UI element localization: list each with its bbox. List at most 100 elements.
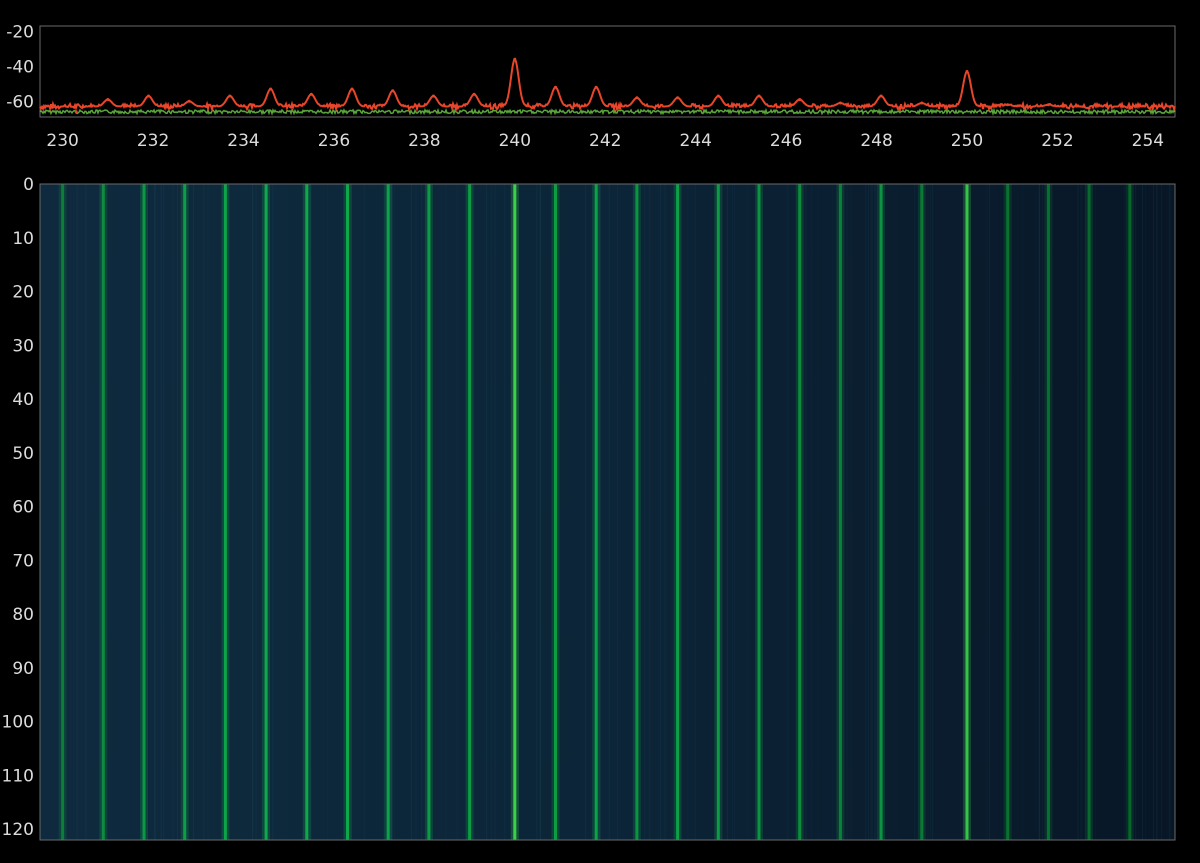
waterfall-noise-streak bbox=[1168, 184, 1170, 840]
spectrum-x-tick-label: 246 bbox=[770, 131, 802, 151]
waterfall-signal-line bbox=[61, 184, 65, 840]
waterfall-signal-line bbox=[1046, 184, 1050, 840]
waterfall-noise-streak bbox=[322, 184, 324, 840]
waterfall-plot: 0 10 20 30 40 50 60 70 80 90 100 110 120 bbox=[2, 175, 1176, 841]
waterfall-noise-streak bbox=[85, 184, 87, 840]
waterfall-noise-streak bbox=[870, 184, 872, 840]
waterfall-y-tick-label: 20 bbox=[12, 283, 34, 303]
spectrum-x-tick-label: 236 bbox=[318, 131, 350, 151]
waterfall-noise-streak bbox=[1169, 184, 1171, 840]
waterfall-noise-streak bbox=[76, 184, 78, 840]
waterfall-noise-streak bbox=[1022, 184, 1023, 840]
waterfall-signal-line bbox=[183, 184, 187, 840]
waterfall-noise-streak bbox=[155, 184, 157, 840]
waterfall-y-tick-label: 10 bbox=[12, 229, 34, 249]
waterfall-noise-streak bbox=[445, 184, 447, 840]
waterfall-noise-streak bbox=[163, 184, 165, 840]
waterfall-noise-streak bbox=[456, 184, 458, 840]
waterfall-noise-streak bbox=[657, 184, 659, 840]
waterfall-noise-streak bbox=[1080, 184, 1082, 840]
waterfall-y-tick-label: 110 bbox=[2, 767, 34, 787]
waterfall-y-tick-label: 100 bbox=[2, 713, 34, 733]
waterfall-noise-streak bbox=[664, 184, 666, 840]
waterfall-noise-streak bbox=[1156, 184, 1158, 840]
waterfall-y-tick-label: 40 bbox=[12, 390, 34, 410]
spectrum-trace-line bbox=[39, 57, 1176, 113]
waterfall-noise-streak bbox=[831, 184, 833, 840]
waterfall-noise-streak bbox=[785, 184, 787, 840]
waterfall-noise-streak bbox=[494, 184, 496, 840]
waterfall-signal-line bbox=[635, 184, 639, 840]
waterfall-signal-line bbox=[264, 184, 268, 840]
waterfall-noise-streak bbox=[726, 184, 728, 840]
waterfall-noise-streak bbox=[504, 184, 506, 840]
waterfall-noise-streak bbox=[871, 184, 873, 840]
spectrum-peak-point bbox=[1087, 106, 1091, 110]
waterfall-noise-streak bbox=[411, 184, 412, 840]
spectrum-peak-point bbox=[350, 87, 354, 91]
waterfall-noise-streak bbox=[865, 184, 867, 840]
waterfall-noise-streak bbox=[491, 184, 492, 840]
waterfall-noise-streak bbox=[392, 184, 394, 840]
waterfall-noise-streak bbox=[1142, 184, 1143, 840]
waterfall-noise-streak bbox=[474, 184, 476, 840]
waterfall-noise-streak bbox=[1161, 184, 1163, 840]
spectrum-x-tick-label: 250 bbox=[951, 131, 983, 151]
waterfall-noise-streak bbox=[274, 184, 276, 840]
waterfall-noise-streak bbox=[1081, 184, 1083, 840]
waterfall-noise-streak bbox=[805, 184, 807, 840]
waterfall-signal-line bbox=[305, 184, 309, 840]
waterfall-signal-line bbox=[101, 184, 105, 840]
waterfall-noise-streak bbox=[536, 184, 538, 840]
spectrum-peak-point bbox=[106, 98, 110, 101]
waterfall-noise-streak bbox=[927, 184, 929, 840]
waterfall-noise-streak bbox=[811, 184, 813, 840]
spectrum-peak-point bbox=[391, 89, 395, 93]
spectrum-x-tick-label: 234 bbox=[227, 131, 259, 151]
waterfall-signal-line bbox=[594, 184, 598, 840]
waterfall-noise-streak bbox=[694, 184, 696, 840]
waterfall-noise-streak bbox=[172, 184, 174, 840]
waterfall-signal-line bbox=[965, 184, 969, 840]
spectrum-peak-point bbox=[513, 57, 517, 61]
spectrum-peak-point bbox=[472, 92, 476, 96]
waterfall-noise-streak bbox=[787, 184, 789, 840]
waterfall-noise-streak bbox=[1153, 184, 1154, 840]
spectrum-y-tick-label: -60 bbox=[6, 92, 34, 112]
waterfall-noise-streak bbox=[1038, 184, 1040, 840]
waterfall-noise-streak bbox=[929, 184, 931, 840]
waterfall-y-tick-label: 120 bbox=[2, 820, 34, 840]
waterfall-noise-streak bbox=[486, 184, 488, 840]
waterfall-signal-line bbox=[468, 184, 472, 840]
waterfall-noise-streak bbox=[1135, 184, 1137, 840]
waterfall-noise-streak bbox=[914, 184, 916, 840]
spectrum-x-tick-label: 252 bbox=[1041, 131, 1073, 151]
waterfall-signal-line bbox=[223, 184, 227, 840]
waterfall-y-tick-label: 70 bbox=[12, 551, 34, 571]
waterfall-noise-streak bbox=[850, 184, 852, 840]
waterfall-noise-streak bbox=[1042, 184, 1043, 840]
waterfall-noise-streak bbox=[817, 184, 819, 840]
waterfall-signal-line bbox=[798, 184, 802, 840]
spectrum-x-tick-label: 254 bbox=[1132, 131, 1164, 151]
waterfall-noise-streak bbox=[193, 184, 194, 840]
waterfall-noise-streak bbox=[1145, 184, 1147, 840]
spectrum-peak-point bbox=[1128, 106, 1132, 110]
spectrum-x-tick-label: 242 bbox=[589, 131, 621, 151]
waterfall-noise-streak bbox=[177, 184, 178, 840]
waterfall-noise-streak bbox=[203, 184, 205, 840]
waterfall-noise-streak bbox=[1124, 184, 1126, 840]
spectrum-peak-point bbox=[920, 101, 924, 105]
spectrum-peak-point bbox=[187, 99, 191, 103]
waterfall-noise-streak bbox=[875, 184, 877, 840]
spectrum-peak-point bbox=[635, 96, 639, 100]
waterfall-noise-streak bbox=[212, 184, 214, 840]
spectrum-y-tick-label: -40 bbox=[6, 57, 34, 77]
spectrum-x-tick-label: 232 bbox=[137, 131, 169, 151]
waterfall-signal-line bbox=[757, 184, 761, 840]
waterfall-y-tick-label: 60 bbox=[12, 498, 34, 518]
waterfall-signal-line bbox=[513, 184, 517, 840]
spectrum-x-tick-label: 230 bbox=[46, 131, 78, 151]
waterfall-signal-line bbox=[676, 184, 680, 840]
waterfall-noise-streak bbox=[394, 184, 396, 840]
